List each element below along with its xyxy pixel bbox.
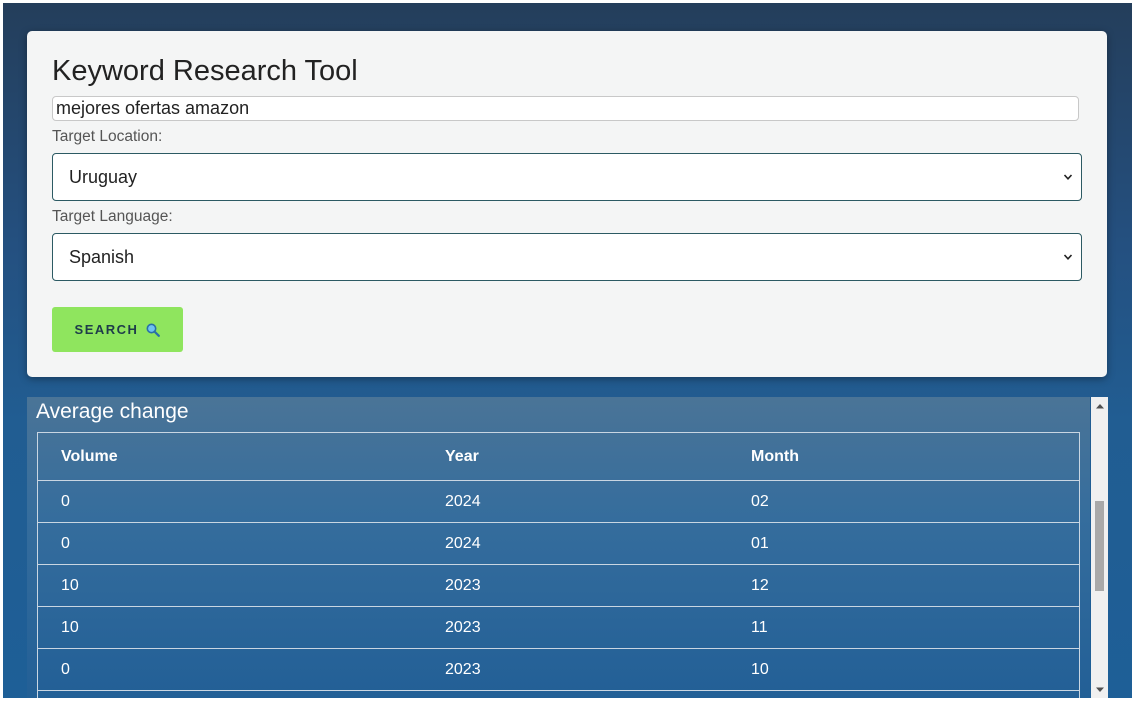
- target-location-label: Target Location:: [52, 128, 163, 145]
- year-cell: 2024: [422, 522, 728, 565]
- results-table-wrapper: Volume Year Month 0 2024 02 0 2024 01 10…: [37, 432, 1080, 698]
- month-cell: 02: [728, 480, 1080, 523]
- search-button[interactable]: SEARCH: [52, 307, 183, 352]
- scroll-up-arrow-icon[interactable]: [1091, 397, 1108, 414]
- month-cell: 10: [728, 648, 1080, 691]
- results-table: Volume Year Month 0 2024 02 0 2024 01 10…: [37, 432, 1080, 698]
- table-row: 0 2023 10: [37, 648, 1080, 691]
- volume-cell: 10: [37, 564, 422, 607]
- volume-cell: 0: [37, 648, 422, 691]
- table-header-row: Volume Year Month: [37, 432, 1080, 481]
- results-scrollbar[interactable]: [1091, 397, 1108, 698]
- column-header-year: Year: [422, 432, 728, 481]
- results-title: Average change: [36, 400, 189, 423]
- target-language-value: Spanish: [69, 246, 135, 267]
- year-cell: 2023: [422, 690, 728, 698]
- month-cell: 09: [728, 690, 1080, 698]
- table-row: 10 2023 12: [37, 564, 1080, 607]
- column-header-volume: Volume: [37, 432, 422, 481]
- table-row: 10 2023 09: [37, 690, 1080, 698]
- year-cell: 2023: [422, 648, 728, 691]
- keyword-input[interactable]: [52, 96, 1079, 121]
- page-title: Keyword Research Tool: [52, 55, 358, 87]
- volume-cell: 0: [37, 522, 422, 565]
- chevron-down-icon: [1063, 254, 1073, 260]
- volume-cell: 10: [37, 690, 422, 698]
- scrollbar-thumb[interactable]: [1095, 501, 1104, 591]
- search-button-label: SEARCH: [74, 322, 139, 337]
- target-language-select[interactable]: Spanish: [52, 233, 1082, 281]
- volume-cell: 10: [37, 606, 422, 649]
- month-cell: 11: [728, 606, 1080, 649]
- month-cell: 12: [728, 564, 1080, 607]
- target-location-value: Uruguay: [69, 166, 138, 187]
- target-language-label: Target Language:: [52, 208, 173, 225]
- column-header-month: Month: [728, 432, 1080, 481]
- month-cell: 01: [728, 522, 1080, 565]
- search-form-card: Keyword Research Tool Target Location: U…: [27, 31, 1107, 377]
- scroll-down-arrow-icon[interactable]: [1091, 681, 1108, 698]
- target-location-select[interactable]: Uruguay: [52, 153, 1082, 201]
- year-cell: 2023: [422, 564, 728, 607]
- year-cell: 2023: [422, 606, 728, 649]
- magnifier-icon: [146, 323, 161, 337]
- table-row: 0 2024 02: [37, 480, 1080, 523]
- table-row: 10 2023 11: [37, 606, 1080, 649]
- chevron-down-icon: [1063, 174, 1073, 180]
- year-cell: 2024: [422, 480, 728, 523]
- results-panel: Average change Volume Year Month 0 2024 …: [27, 397, 1090, 698]
- table-row: 0 2024 01: [37, 522, 1080, 565]
- page-background: Keyword Research Tool Target Location: U…: [3, 3, 1132, 698]
- volume-cell: 0: [37, 480, 422, 523]
